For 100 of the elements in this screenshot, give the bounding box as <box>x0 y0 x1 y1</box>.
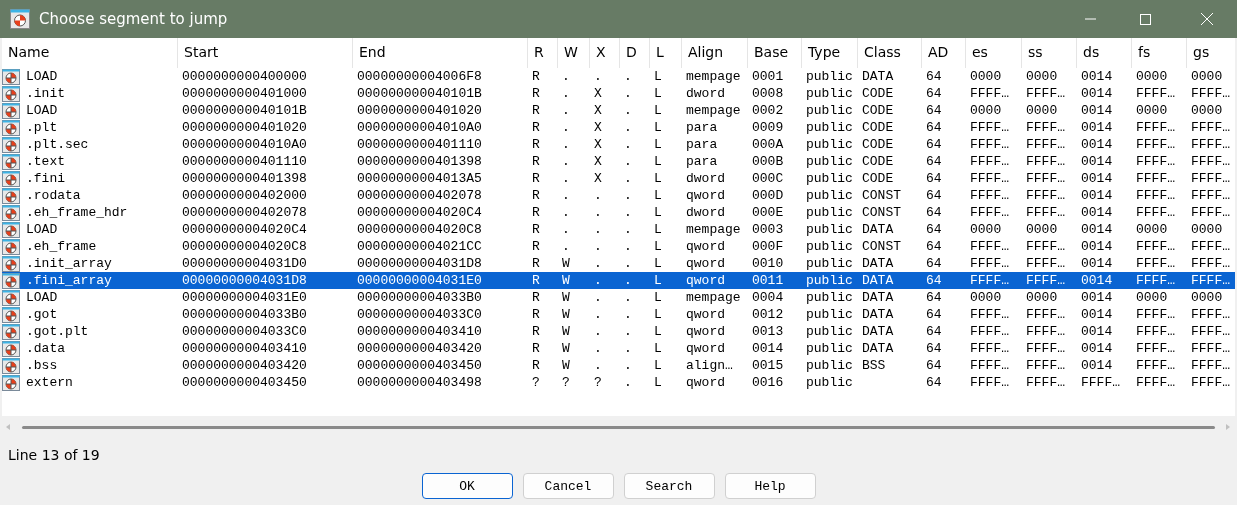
table-cell: FFFF… <box>1136 136 1175 153</box>
table-cell: . <box>594 323 602 340</box>
table-cell: 000C <box>752 170 784 187</box>
segment-row[interactable]: .bss 0000000000403420 0000000000403450 R W . . L align… 0015 public BSS 64 FFFF… FFFF… 0014 FFFF… FFFF… <box>2 357 1235 374</box>
table-cell: LOAD <box>26 68 58 85</box>
app-icon <box>10 9 30 29</box>
segment-row[interactable]: LOAD 000000000040101B 0000000000401020 R . X . L mempage 0002 public CODE 64 0000 0000 0014 0000 0000 <box>2 102 1235 119</box>
table-cell: public <box>806 170 853 187</box>
segment-row[interactable]: .plt 0000000000401020 00000000004010A0 R . X . L para 0009 public CODE 64 FFFF… FFFF… 0014 FFFF… FFFF… <box>2 119 1235 136</box>
table-cell: 0000000000403450 <box>182 374 307 391</box>
table-cell: .text <box>26 153 65 170</box>
close-icon[interactable] <box>1201 13 1213 25</box>
dialog-button[interactable]: Cancel <box>522 473 614 499</box>
table-cell: 64 <box>926 289 942 306</box>
maximize-icon[interactable] <box>1139 13 1151 25</box>
table-cell: 0009 <box>752 119 784 136</box>
table-cell: 0014 <box>1081 153 1113 170</box>
segment-row[interactable]: .text 0000000000401110 0000000000401398 R . X . L para 000B public CODE 64 FFFF… FFFF… 0014 FFFF… FFFF… <box>2 153 1235 170</box>
table-cell: L <box>654 119 662 136</box>
table-cell: FFFF… <box>1026 255 1065 272</box>
column-header[interactable]: AD <box>922 38 966 68</box>
table-cell: 00000000004031D8 <box>182 272 307 289</box>
table-cell: 0014 <box>1081 68 1113 85</box>
segment-row[interactable]: .fini 0000000000401398 00000000004013A5 R . X . L dword 000C public CODE 64 FFFF… FFFF… 0014 FFFF… FFFF… <box>2 170 1235 187</box>
table-cell: . <box>562 119 570 136</box>
table-cell: 0014 <box>1081 204 1113 221</box>
table-cell: .eh_frame_hdr <box>26 204 128 221</box>
column-header[interactable]: Type <box>802 38 858 68</box>
segment-row[interactable]: .rodata 0000000000402000 0000000000402078 R . . . L qword 000D public CONST 64 FFFF… FFFF… 0014 FFFF… FFFF… <box>2 187 1235 204</box>
minimize-icon[interactable] <box>1084 18 1096 20</box>
dialog-button[interactable]: Search <box>623 473 715 499</box>
table-cell: R <box>532 255 540 272</box>
table-cell: .rodata <box>26 187 81 204</box>
table-cell: FFFF… <box>1191 187 1230 204</box>
table-cell: 0014 <box>1081 187 1113 204</box>
table-cell: . <box>624 255 632 272</box>
table-cell: FFFF… <box>1026 119 1065 136</box>
column-header[interactable]: Class <box>858 38 922 68</box>
table-cell: . <box>594 255 602 272</box>
column-header[interactable]: Start <box>178 38 353 68</box>
segment-row[interactable]: .init_array 00000000004031D0 00000000004031D8 R W . . L qword 0010 public DATA 64 FFFF… FFFF… 0014 FFFF… FFFF… <box>2 255 1235 272</box>
table-cell: 0000000000403498 <box>357 374 482 391</box>
segment-row[interactable]: LOAD 00000000004020C4 00000000004020C8 R . . . L mempage 0003 public DATA 64 0000 0000 0014 0000 0000 <box>2 221 1235 238</box>
table-cell: 0000000000401110 <box>182 153 307 170</box>
table-cell: FFFF… <box>1191 306 1230 323</box>
column-header[interactable]: ds <box>1077 38 1132 68</box>
table-cell: FFFF… <box>1136 272 1175 289</box>
table-cell: 0014 <box>1081 357 1113 374</box>
table-cell: FFFF… <box>1026 136 1065 153</box>
window-title: Choose segment to jump <box>39 10 229 28</box>
table-cell: 0014 <box>752 340 784 357</box>
column-header[interactable]: X <box>590 38 620 68</box>
segment-row[interactable]: .eh_frame_hdr 0000000000402078 00000000004020C4 R . . . L dword 000E public CONST 64 FFFF… FFFF… 0014 FFFF… FFFF… <box>2 204 1235 221</box>
table-cell: public <box>806 272 853 289</box>
segment-row[interactable]: .eh_frame 00000000004020C8 00000000004021CC R . . . L qword 000F public CONST 64 FFFF… FFFF… 0014 FFFF… FFFF… <box>2 238 1235 255</box>
column-header[interactable]: End <box>353 38 528 68</box>
column-header[interactable]: W <box>558 38 590 68</box>
column-header[interactable]: R <box>528 38 558 68</box>
segment-row[interactable]: .got 00000000004033B0 00000000004033C0 R W . . L qword 0012 public DATA 64 FFFF… FFFF… 0014 FFFF… FFFF… <box>2 306 1235 323</box>
table-cell: qword <box>686 238 725 255</box>
table-cell: . <box>624 85 632 102</box>
table-cell: 0000000000401020 <box>182 119 307 136</box>
table-cell: .fini_array <box>26 272 112 289</box>
column-header[interactable]: fs <box>1132 38 1187 68</box>
table-cell: FFFF… <box>1191 272 1230 289</box>
table-cell: 0000 <box>1191 102 1223 119</box>
table-cell: 0000 <box>970 221 1002 238</box>
segment-row[interactable]: LOAD 00000000004031E0 00000000004033B0 R W . . L mempage 0004 public DATA 64 0000 0000 0014 0000 0000 <box>2 289 1235 306</box>
table-cell: R <box>532 306 540 323</box>
dialog-button[interactable]: OK <box>421 473 513 499</box>
table-cell: 64 <box>926 340 942 357</box>
table-cell: 0000000000403410 <box>182 340 307 357</box>
table-cell: R <box>532 340 540 357</box>
table-cell: 64 <box>926 306 942 323</box>
table-cell: R <box>532 102 540 119</box>
table-cell: public <box>806 323 853 340</box>
dialog-button[interactable]: Help <box>724 473 816 499</box>
column-header[interactable]: gs <box>1187 38 1235 68</box>
table-cell: L <box>654 340 662 357</box>
segment-row[interactable]: .init 0000000000401000 000000000040101B R . X . L dword 0008 public CODE 64 FFFF… FFFF… 0014 FFFF… FFFF… <box>2 85 1235 102</box>
table-cell: CONST <box>862 187 901 204</box>
column-header[interactable]: L <box>650 38 682 68</box>
segment-row[interactable]: .fini_array 00000000004031D8 00000000004031E0 R W . . L qword 0011 public DATA 64 FFFF… FFFF… 0014 FFFF… FFFF… <box>2 272 1235 289</box>
column-header[interactable]: Name <box>2 38 178 68</box>
table-cell: . <box>624 238 632 255</box>
column-header[interactable]: Base <box>748 38 802 68</box>
segment-row[interactable]: extern 0000000000403450 0000000000403498 ? ? ? . L qword 0016 public 64 FFFF… FFFF… FFFF… FFFF… FFFF… <box>2 374 1235 391</box>
segment-row[interactable]: LOAD 0000000000400000 00000000004006F8 R . . . L mempage 0001 public DATA 64 0000 0000 0014 0000 0000 <box>2 68 1235 85</box>
table-cell: extern <box>26 374 73 391</box>
column-header[interactable]: ss <box>1022 38 1077 68</box>
column-header[interactable]: D <box>620 38 650 68</box>
table-cell: mempage <box>686 68 741 85</box>
segment-row[interactable]: .plt.sec 00000000004010A0 0000000000401110 R . X . L para 000A public CODE 64 FFFF… FFFF… 0014 FFFF… FFFF… <box>2 136 1235 153</box>
table-cell: public <box>806 85 853 102</box>
column-header[interactable]: es <box>966 38 1022 68</box>
table-cell: 0010 <box>752 255 784 272</box>
table-cell: . <box>562 68 570 85</box>
segment-row[interactable]: .got.plt 00000000004033C0 0000000000403410 R W . . L qword 0013 public DATA 64 FFFF… FFFF… 0014 FFFF… FFFF… <box>2 323 1235 340</box>
segment-row[interactable]: .data 0000000000403410 0000000000403420 R W . . L qword 0014 public DATA 64 FFFF… FFFF… 0014 FFFF… FFFF… <box>2 340 1235 357</box>
column-header[interactable]: Align <box>682 38 748 68</box>
